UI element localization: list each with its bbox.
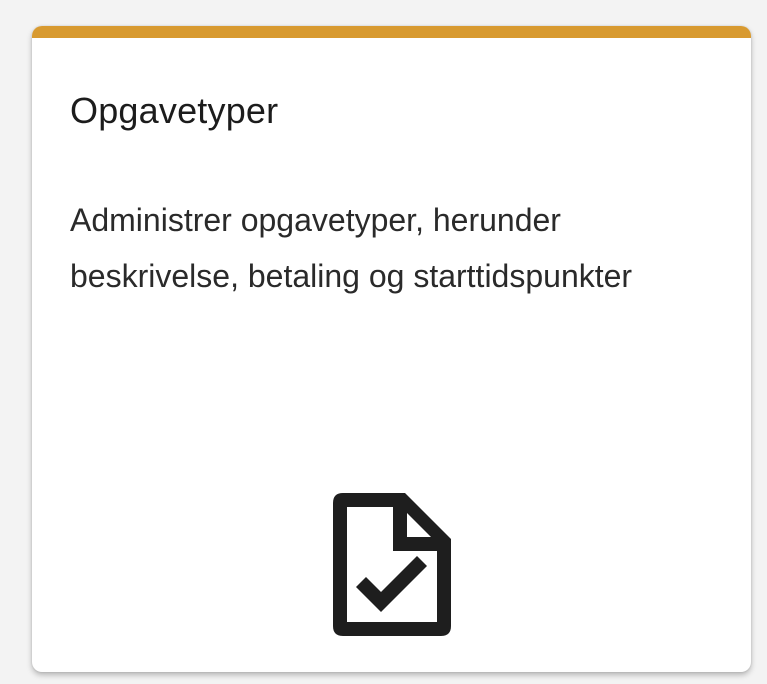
card-title: Opgavetyper: [70, 90, 279, 131]
page-background: Opgavetyper Administrer opgavetyper, her…: [0, 0, 767, 684]
card-description: Administrer opgavetyper, herunder beskri…: [70, 202, 633, 294]
opgavetyper-card[interactable]: Opgavetyper Administrer opgavetyper, her…: [32, 26, 751, 672]
card-accent-bar: [32, 26, 751, 38]
file-check-icon: [333, 493, 451, 636]
